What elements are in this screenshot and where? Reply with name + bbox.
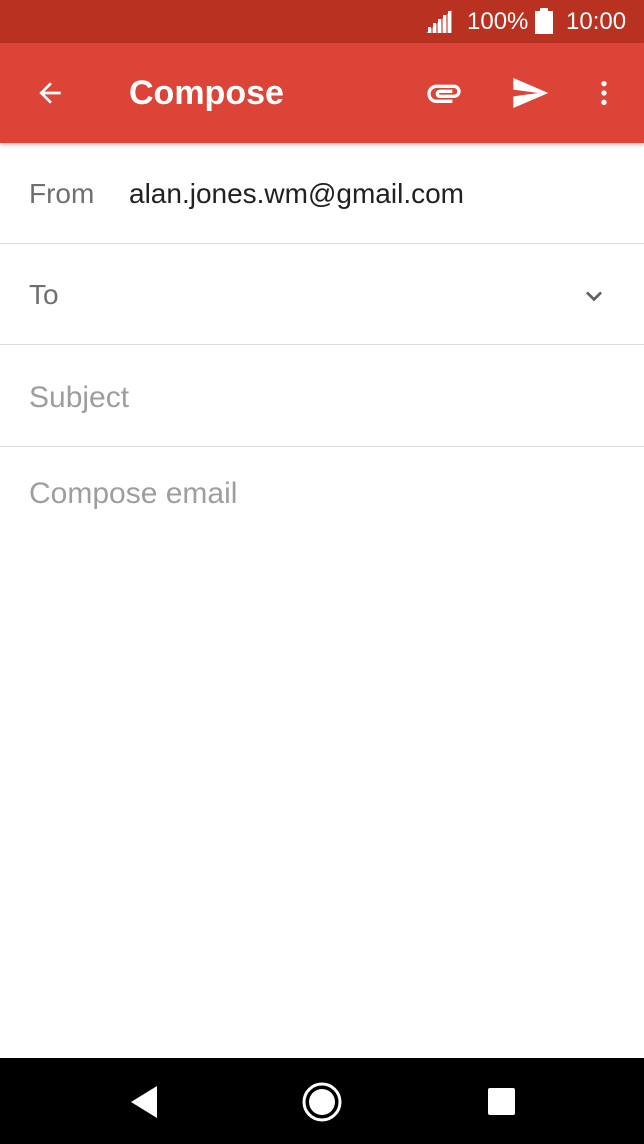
send-icon [513,78,549,108]
nav-home-icon[interactable] [300,1080,344,1124]
system-nav-bar [0,1058,644,1144]
to-label: To [29,279,59,310]
page-title: Compose [129,74,284,112]
subject-field[interactable]: Subject [0,345,644,447]
subject-placeholder: Subject [29,381,130,414]
more-vert-icon [601,81,607,105]
signal-icon [426,10,452,33]
to-field[interactable]: To [0,244,644,345]
app-bar: Compose [0,43,644,143]
from-label: From [29,178,95,209]
nav-back-icon[interactable] [125,1080,169,1124]
battery-icon [535,8,553,34]
send-button[interactable] [498,43,562,143]
nav-recents-icon[interactable] [480,1080,524,1124]
from-account[interactable]: alan.jones.wm@gmail.com [129,177,464,211]
attachment-icon [427,84,461,103]
status-time: 10:00 [566,8,627,35]
battery-percent: 100% [467,8,529,35]
compose-email-placeholder: Compose email [29,477,238,510]
back-button[interactable] [18,43,82,143]
status-bar: 100% 10:00 [0,0,644,43]
compose-email-body[interactable]: Compose email [29,475,619,1035]
attach-button[interactable] [412,43,476,143]
chevron-down-icon[interactable] [578,280,610,312]
from-row[interactable]: From alan.jones.wm@gmail.com [0,143,644,244]
back-arrow-icon [39,82,61,104]
more-options-button[interactable] [584,43,624,143]
